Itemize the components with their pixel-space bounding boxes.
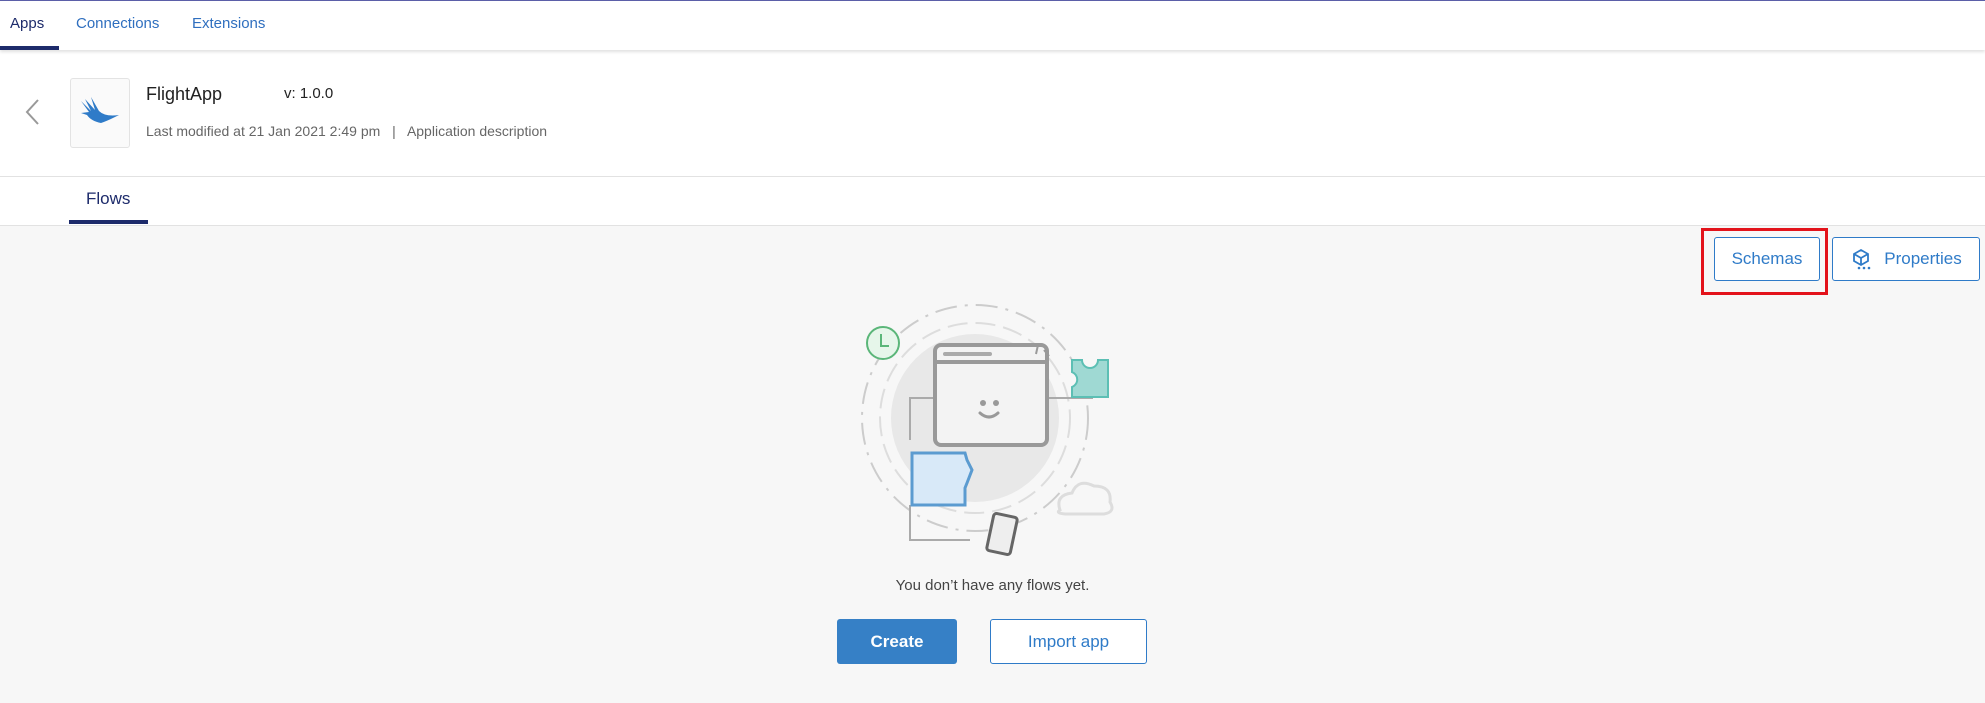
hummingbird-icon	[81, 97, 119, 123]
app-description[interactable]: Application description	[407, 123, 547, 139]
import-app-label: Import app	[1027, 631, 1110, 651]
active-tab-indicator	[0, 46, 59, 50]
separator: |	[392, 123, 396, 139]
app-version: v: 1.0.0	[284, 85, 334, 102]
app-logo	[70, 78, 130, 148]
last-modified: Last modified at 21 Jan 2021 2:49 pm	[146, 123, 381, 139]
empty-flows-illustration	[861, 304, 1114, 557]
properties-cube-icon	[1853, 248, 1871, 270]
properties-button[interactable]: Properties	[1832, 237, 1980, 281]
tab-flows[interactable]: Flows	[86, 189, 130, 209]
divider	[0, 176, 1985, 177]
empty-state-message: You don’t have any flows yet.	[895, 577, 1090, 594]
properties-label: Properties	[1884, 249, 1962, 268]
back-chevron-icon[interactable]	[22, 96, 44, 128]
top-navigation: Apps Connections Extensions	[0, 0, 1985, 50]
import-app-button[interactable]: Import app	[990, 619, 1147, 664]
app-name: FlightApp	[146, 84, 223, 104]
tab-extensions[interactable]: Extensions	[192, 15, 265, 32]
tab-apps[interactable]: Apps	[10, 15, 44, 32]
active-subtab-indicator	[69, 220, 148, 224]
app-meta: Last modified at 21 Jan 2021 2:49 pm | A…	[146, 123, 547, 139]
tab-connections[interactable]: Connections	[76, 15, 159, 32]
schemas-button[interactable]: Schemas	[1714, 237, 1820, 281]
schemas-label: Schemas	[1731, 249, 1803, 268]
create-button[interactable]: Create	[837, 619, 957, 664]
